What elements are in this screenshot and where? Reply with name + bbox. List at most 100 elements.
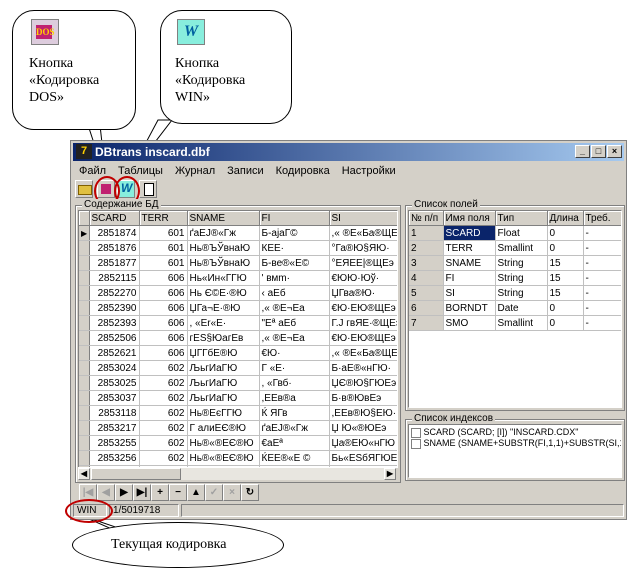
cell-fi[interactable]: ,ЕЕв®а — [259, 390, 330, 406]
cell-sname[interactable]: ЏГГбЕ®Ю — [187, 345, 260, 361]
fields-column-header[interactable]: Длина — [547, 211, 584, 226]
cell-fi[interactable]: ЌЕЕ®«Е © — [259, 450, 330, 466]
cell-scard[interactable]: 2853025 — [89, 375, 140, 391]
cell-scard[interactable]: 2852393 — [89, 315, 140, 331]
cell-sname[interactable]: ЉьгИаГЮ — [187, 375, 260, 391]
field-cell[interactable]: 4 — [409, 270, 444, 286]
cell-terr[interactable]: 606 — [139, 285, 188, 301]
horizontal-scrollbar[interactable]: ◀ ▶ — [78, 467, 396, 480]
cell-scard[interactable]: 2853037 — [89, 390, 140, 406]
cell-fi[interactable]: €Ю· — [259, 345, 330, 361]
cell-terr[interactable]: 606 — [139, 345, 188, 361]
cell-terr[interactable]: 602 — [139, 405, 188, 421]
cell-fi[interactable]: КЕЕ· — [259, 240, 330, 256]
table-row[interactable]: 2853037 602 ЉьгИаГЮ ,ЕЕв®а Б·в®ЮвЕэ — [79, 390, 397, 406]
cell-terr[interactable]: 602 — [139, 375, 188, 391]
cell-si[interactable]: €Ю·ЕЮ®ЩЕэ — [329, 330, 397, 346]
field-row[interactable]: 7 SMO Smallint 0- — [409, 315, 621, 331]
post-record-button[interactable]: ✓ — [205, 484, 223, 501]
delete-record-button[interactable]: − — [169, 484, 187, 501]
cell-scard[interactable]: 2852390 — [89, 300, 140, 316]
field-cell[interactable]: String — [495, 255, 548, 271]
cell-sname[interactable]: гЕЅ§ЮагЕв — [187, 330, 260, 346]
new-page-button[interactable] — [139, 180, 157, 198]
cell-si[interactable]: ЏЄ®Ю§ГЮЕэ — [329, 375, 397, 391]
table-row[interactable]: 2852393 606, «Еr«Е· "Еª аЕб Г.Ј гвЯЕ·®ЩЕэ — [79, 315, 397, 331]
cell-sname[interactable]: Нь®ЕєГГЮ — [187, 405, 260, 421]
last-record-button[interactable]: ▶| — [133, 484, 151, 501]
field-cell[interactable]: Smallint — [495, 240, 548, 256]
cell-si[interactable]: ,« ®Е«Бa®ЩЕэ — [329, 345, 397, 361]
table-row[interactable]: 2852270 606 Нь Є©Е·®Ю ‹ аЕб ЏГва®Ю· — [79, 285, 397, 301]
cell-fi[interactable]: , «Гвб· — [259, 375, 330, 391]
column-header-scard[interactable]: SCARD — [89, 211, 140, 226]
cell-fi[interactable]: ,« ®Е¬Еа — [259, 330, 330, 346]
cell-fi[interactable]: "Еª аЕб — [259, 315, 330, 331]
field-cell[interactable]: TERR — [443, 240, 496, 256]
menu-encoding[interactable]: Кодировка — [270, 165, 336, 177]
field-cell[interactable]: - — [583, 270, 621, 286]
cell-si[interactable]: Б·аЕ®«нГЮ· — [329, 360, 397, 376]
cell-si[interactable]: °ЕЯЕЕ|®ЩЕэ — [329, 255, 397, 271]
insert-record-button[interactable]: + — [151, 484, 169, 501]
cell-scard[interactable]: 2852270 — [89, 285, 140, 301]
cell-fi[interactable]: Г «Е· — [259, 360, 330, 376]
field-cell[interactable]: SMO — [443, 315, 496, 331]
cancel-edit-button[interactable]: × — [223, 484, 241, 501]
field-cell[interactable]: 0 — [547, 225, 584, 241]
menu-tables[interactable]: Таблицы — [112, 165, 169, 177]
field-cell[interactable]: 5 — [409, 285, 444, 301]
field-row[interactable]: 1 SCARD Float 0- — [409, 225, 621, 241]
table-row[interactable]: 2853217 602 Г алиЕЄ®Ю ґаЕЈ®«Гж Џ Ю«®ЮЕэ — [79, 420, 397, 436]
field-cell[interactable]: - — [583, 315, 621, 331]
field-cell[interactable]: 0 — [547, 315, 584, 331]
next-record-button[interactable]: ▶ — [115, 484, 133, 501]
menu-journal[interactable]: Журнал — [169, 165, 221, 177]
table-row[interactable]: 2852390 606 ЏГа¬Е·®Ю ,« ®Е¬Еа €Ю·ЕЮ®ЩЕэ — [79, 300, 397, 316]
menu-settings[interactable]: Настройки — [336, 165, 402, 177]
cell-fi[interactable]: ґаЕЈ®«Гж — [259, 420, 330, 436]
field-cell[interactable]: 0 — [547, 240, 584, 256]
cell-sname[interactable]: Нь®«®ЕЄ®Ю — [187, 435, 260, 451]
cell-terr[interactable]: 601 — [139, 240, 188, 256]
fields-column-header[interactable]: Треб. — [583, 211, 621, 226]
field-row[interactable]: 2 TERR Smallint 0- — [409, 240, 621, 256]
cell-sname[interactable]: ЉьгИаГЮ — [187, 390, 260, 406]
index-checkbox[interactable] — [411, 438, 421, 449]
cell-si[interactable]: €Ю·ЕЮ®ЩЕэ — [329, 300, 397, 316]
scroll-thumb[interactable] — [91, 468, 181, 480]
cell-terr[interactable]: 602 — [139, 420, 188, 436]
cell-sname[interactable]: ЉьгИаГЮ — [187, 360, 260, 376]
table-row[interactable]: 2851877 601 Нь®ЪЎвнаЮ Б-ве®«Е© °ЕЯЕЕ|®ЩЕэ — [79, 255, 397, 271]
cell-scard[interactable]: 2852506 — [89, 330, 140, 346]
close-button[interactable]: × — [607, 145, 622, 158]
index-checkbox[interactable] — [411, 427, 421, 438]
cell-scard[interactable]: 2853024 — [89, 360, 140, 376]
cell-scard[interactable]: 2853217 — [89, 420, 140, 436]
fields-column-header[interactable]: Тип — [495, 211, 548, 226]
field-cell[interactable]: SCARD — [443, 225, 496, 241]
field-row[interactable]: 6 BORNDT Date 0- — [409, 300, 621, 316]
scroll-left-arrow[interactable]: ◀ — [78, 468, 90, 480]
cell-scard[interactable]: 2853118 — [89, 405, 140, 421]
table-row[interactable]: 2853256 602 Нь®«®ЕЄ®Ю ЌЕЕ®«Е © Бь«ЕЅбЯГЮЕэ — [79, 450, 397, 466]
cell-scard[interactable]: 2853255 — [89, 435, 140, 451]
field-cell[interactable]: 15 — [547, 285, 584, 301]
fields-column-header[interactable]: Имя поля — [443, 211, 496, 226]
cell-terr[interactable]: 601 — [139, 255, 188, 271]
minimize-button[interactable]: _ — [575, 145, 590, 158]
cell-si[interactable]: €ЮЮ·Юў· — [329, 270, 397, 286]
prior-record-button[interactable]: ◀ — [97, 484, 115, 501]
cell-si[interactable]: °Га®Ю§ЯЮ· — [329, 240, 397, 256]
index-item[interactable]: SCARD (SCARD; [I]) "INSCARD.CDX" — [411, 427, 578, 438]
menu-records[interactable]: Записи — [221, 165, 270, 177]
cell-terr[interactable]: 602 — [139, 390, 188, 406]
records-grid[interactable]: SCARD TERR SNAME FI SI ▶ 2851874 601 ґаЕЈ®«Гж Б-… — [78, 210, 398, 468]
field-row[interactable]: 4 FI String 15- — [409, 270, 621, 286]
field-cell[interactable]: SNAME — [443, 255, 496, 271]
menu-file[interactable]: Файл — [73, 165, 112, 177]
field-cell[interactable]: 7 — [409, 315, 444, 331]
field-cell[interactable]: 0 — [547, 300, 584, 316]
fields-grid[interactable]: № п/п Имя поля Тип Длина Треб. 1 SCARD Float 0-… — [408, 210, 622, 408]
index-item[interactable]: SNAME (SNAME+SUBSTR(FI,1,1)+SUBSTR(SI,1,… — [411, 438, 621, 449]
